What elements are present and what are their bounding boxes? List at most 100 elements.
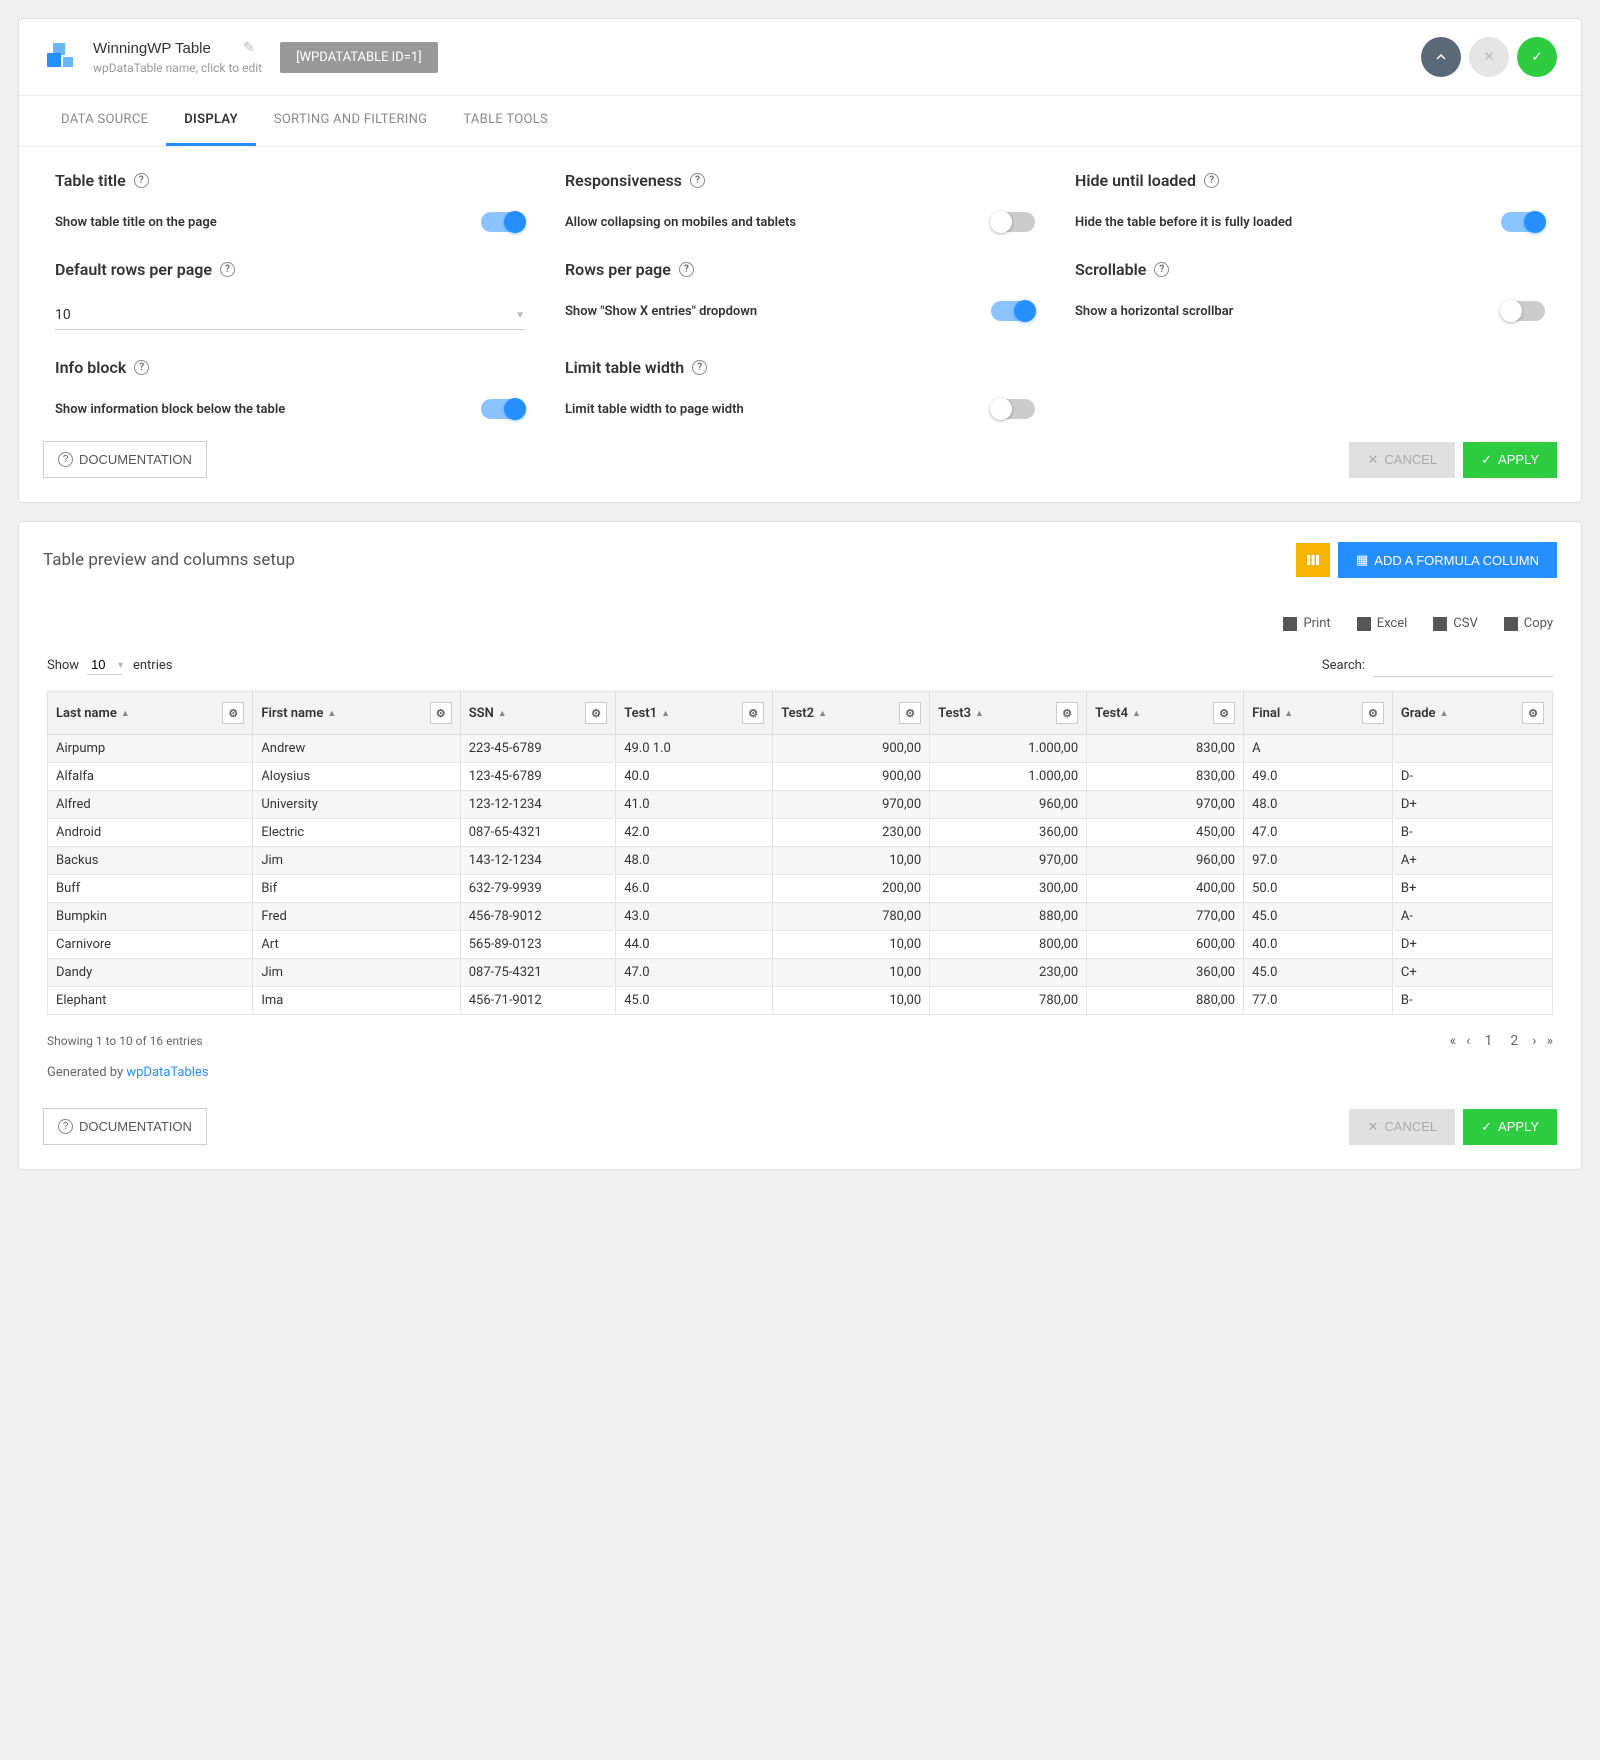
sort-icon: ▲ <box>975 708 984 719</box>
column-header[interactable]: SSN▲⚙ <box>460 692 616 735</box>
generated-link[interactable]: wpDataTables <box>126 1065 208 1080</box>
cancel-button[interactable]: ✕ CANCEL <box>1349 1109 1455 1145</box>
search-input[interactable] <box>1373 653 1553 677</box>
table-cell: 970,00 <box>773 791 930 819</box>
table-name-input[interactable] <box>93 40 233 57</box>
help-icon[interactable]: ? <box>692 360 707 375</box>
table-cell: Bif <box>253 875 460 903</box>
setting-responsiveness-label: Responsiveness <box>565 171 682 190</box>
apply-button[interactable]: ✓ APPLY <box>1463 442 1557 478</box>
help-icon[interactable]: ? <box>1204 173 1219 188</box>
table-cell: Backus <box>48 847 253 875</box>
column-header[interactable]: Grade▲⚙ <box>1392 692 1552 735</box>
column-header[interactable]: Test1▲⚙ <box>616 692 773 735</box>
table-cell: 900,00 <box>773 735 930 763</box>
apply-circle-button[interactable]: ✓ <box>1517 37 1557 77</box>
column-settings-icon[interactable]: ⚙ <box>1522 702 1544 724</box>
tab-data-source[interactable]: DATA SOURCE <box>43 96 166 146</box>
column-settings-icon[interactable]: ⚙ <box>430 702 452 724</box>
column-settings-icon[interactable]: ⚙ <box>1056 702 1078 724</box>
column-settings-icon[interactable]: ⚙ <box>1362 702 1384 724</box>
column-header[interactable]: Test3▲⚙ <box>930 692 1087 735</box>
toggle-hide-loaded[interactable] <box>1501 212 1545 232</box>
documentation-button[interactable]: ?DOCUMENTATION <box>43 441 207 478</box>
table-cell: 970,00 <box>1087 791 1244 819</box>
column-header[interactable]: Test4▲⚙ <box>1087 692 1244 735</box>
table-row: AndroidElectric087-65-432142.0230,00360,… <box>48 819 1553 847</box>
export-excel[interactable]: Excel <box>1357 616 1408 631</box>
help-icon[interactable]: ? <box>1154 262 1169 277</box>
table-cell: A+ <box>1392 847 1552 875</box>
help-icon[interactable]: ? <box>220 262 235 277</box>
column-settings-icon[interactable]: ⚙ <box>585 702 607 724</box>
help-icon[interactable]: ? <box>134 360 149 375</box>
help-icon: ? <box>58 452 73 467</box>
chevron-down-icon: ▼ <box>116 660 125 671</box>
sort-icon: ▲ <box>661 708 670 719</box>
table-cell: 770,00 <box>1087 903 1244 931</box>
column-header[interactable]: First name▲⚙ <box>253 692 460 735</box>
cancel-button[interactable]: ✕ CANCEL <box>1349 442 1455 478</box>
table-row: DandyJim087-75-432147.010,00230,00360,00… <box>48 959 1553 987</box>
export-copy[interactable]: Copy <box>1504 616 1553 631</box>
column-settings-icon[interactable]: ⚙ <box>742 702 764 724</box>
toggle-rows-per-page[interactable] <box>991 301 1035 321</box>
help-icon[interactable]: ? <box>679 262 694 277</box>
toggle-scrollable[interactable] <box>1501 301 1545 321</box>
table-cell: 223-45-6789 <box>460 735 616 763</box>
table-row: ElephantIma456-71-901245.010,00780,00880… <box>48 987 1553 1015</box>
column-header[interactable]: Final▲⚙ <box>1244 692 1393 735</box>
page-1[interactable]: 1 <box>1480 1031 1496 1051</box>
search-label: Search: <box>1322 658 1365 673</box>
setting-hide-loaded-desc: Hide the table before it is fully loaded <box>1075 215 1292 230</box>
column-header[interactable]: Last name▲⚙ <box>48 692 253 735</box>
table-cell: Jim <box>253 847 460 875</box>
setting-rows-per-page-label: Rows per page <box>565 260 671 279</box>
table-cell <box>1392 735 1552 763</box>
csv-icon <box>1433 617 1447 631</box>
table-cell: 40.0 <box>616 763 773 791</box>
page-first[interactable]: « <box>1450 1033 1457 1049</box>
column-settings-icon[interactable]: ⚙ <box>1213 702 1235 724</box>
tab-sorting-filtering[interactable]: SORTING AND FILTERING <box>256 96 445 146</box>
table-cell: D+ <box>1392 791 1552 819</box>
table-cell: 880,00 <box>930 903 1087 931</box>
tab-display[interactable]: DISPLAY <box>166 96 256 146</box>
export-print[interactable]: Print <box>1283 616 1330 631</box>
column-settings-icon[interactable]: ⚙ <box>899 702 921 724</box>
tab-table-tools[interactable]: TABLE TOOLS <box>445 96 566 146</box>
toggle-limit-width[interactable] <box>991 399 1035 419</box>
help-icon[interactable]: ? <box>690 173 705 188</box>
edit-name-icon[interactable]: ✎ <box>243 40 255 56</box>
collapse-button[interactable] <box>1421 37 1461 77</box>
toggle-table-title[interactable] <box>481 212 525 232</box>
apply-button[interactable]: ✓ APPLY <box>1463 1109 1557 1145</box>
table-cell: Alfalfa <box>48 763 253 791</box>
page-next[interactable]: › <box>1532 1033 1536 1049</box>
default-rows-select[interactable]: 10▼ <box>55 301 525 330</box>
close-button[interactable]: ✕ <box>1469 37 1509 77</box>
columns-button[interactable] <box>1296 543 1330 577</box>
sort-icon: ▲ <box>1440 708 1449 719</box>
column-settings-icon[interactable]: ⚙ <box>222 702 244 724</box>
help-icon[interactable]: ? <box>134 173 149 188</box>
page-prev[interactable]: ‹ <box>1466 1033 1470 1049</box>
toggle-responsiveness[interactable] <box>991 212 1035 232</box>
setting-limit-width-desc: Limit table width to page width <box>565 402 744 417</box>
export-csv[interactable]: CSV <box>1433 616 1477 631</box>
column-header[interactable]: Test2▲⚙ <box>773 692 930 735</box>
page-2[interactable]: 2 <box>1506 1031 1522 1051</box>
setting-info-block-label: Info block <box>55 358 126 377</box>
table-cell: 46.0 <box>616 875 773 903</box>
table-cell: 456-78-9012 <box>460 903 616 931</box>
add-formula-button[interactable]: ▦ ADD A FORMULA COLUMN <box>1338 542 1557 578</box>
table-cell: D+ <box>1392 931 1552 959</box>
setting-table-title-label: Table title <box>55 171 126 190</box>
page-last[interactable]: » <box>1546 1033 1553 1049</box>
sort-icon: ▲ <box>1284 708 1293 719</box>
table-cell: B- <box>1392 819 1552 847</box>
documentation-button[interactable]: ?DOCUMENTATION <box>43 1108 207 1145</box>
table-cell: 960,00 <box>1087 847 1244 875</box>
table-cell: 830,00 <box>1087 763 1244 791</box>
toggle-info-block[interactable] <box>481 399 525 419</box>
